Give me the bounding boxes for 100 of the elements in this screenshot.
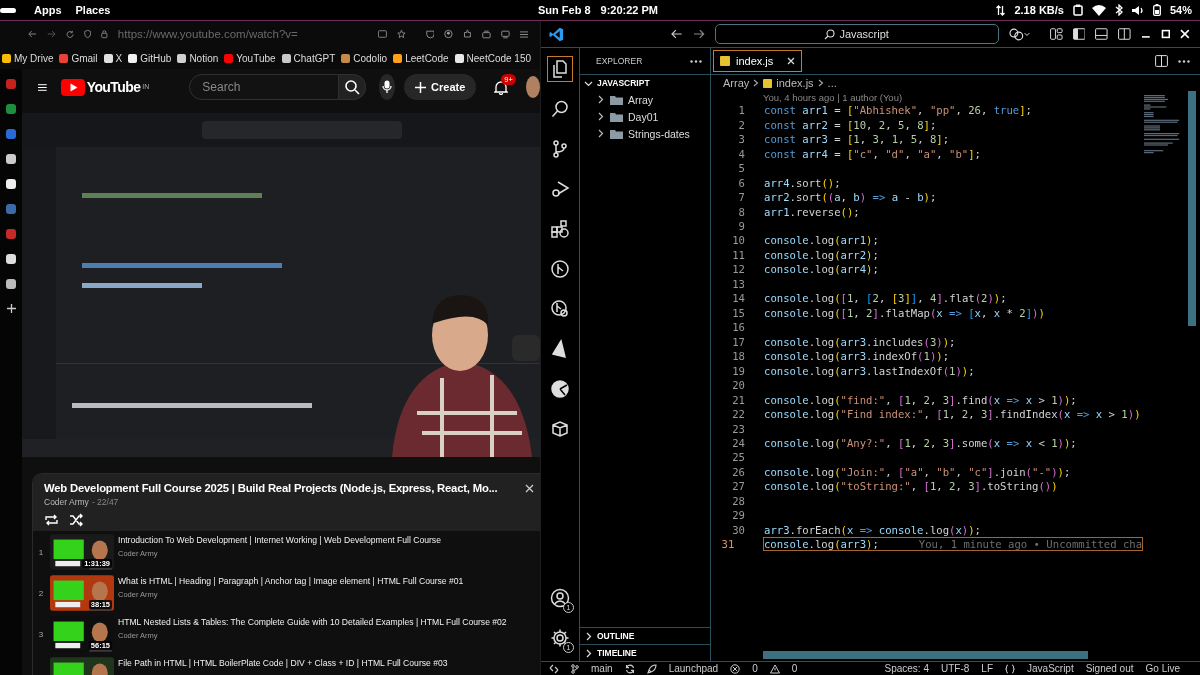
sync-icon[interactable] [624,663,635,674]
more-icon[interactable] [1178,59,1190,63]
line-number: 15 [731,306,745,319]
folder-item[interactable]: Day01 [580,108,710,125]
app-icon[interactable] [6,279,16,289]
channel-name[interactable]: Coder Army [44,497,89,507]
create-button[interactable]: Create [404,74,477,100]
code-line: arr2.sort((a, b) => a - b); [764,191,937,204]
line-number: 19 [731,364,745,377]
search-field[interactable]: Search [189,74,340,100]
video-title: File Path in HTML | HTML BoilerPlate Code | DIV + Class + ID | HTML Full Course #03 [118,658,448,668]
app-icon[interactable] [6,179,16,189]
branch-icon[interactable] [571,663,579,674]
container-icon[interactable] [482,28,491,40]
bookmark-link[interactable]: YouTube [224,52,276,64]
branch-status[interactable]: main [591,663,613,674]
speaker-icon[interactable] [1131,4,1144,16]
lock-icon[interactable] [101,28,108,40]
account-icon[interactable] [444,28,454,40]
bookmark-link[interactable]: GitHub [128,52,172,64]
star-icon[interactable] [396,28,406,40]
breadcrumb-item[interactable]: ... [827,77,837,89]
wifi-icon[interactable] [1091,4,1106,16]
breadcrumb-item[interactable]: index.js [776,77,814,89]
loop-icon[interactable] [44,513,59,527]
breadcrumb-item[interactable]: Array [723,77,750,89]
account-status[interactable]: Signed out [1085,663,1134,674]
app-icon[interactable] [6,254,16,264]
forward-icon[interactable] [692,29,705,39]
command-center[interactable]: Javascript [714,24,999,44]
bookmark-link[interactable]: ChatGPT [281,52,336,64]
eol-status[interactable]: LF [981,663,993,674]
bookmark-link[interactable]: LeetCode [393,52,449,64]
blame-annotation[interactable]: You, 4 hours ago | 1 author (You) [763,91,903,103]
warning-icon[interactable] [769,663,780,674]
bookmark-link[interactable]: Gmail [59,52,98,64]
folder-item[interactable]: Array [580,91,710,108]
error-count[interactable]: 0 [752,663,758,674]
avatar[interactable] [526,76,540,98]
split-editor-icon[interactable] [1155,55,1168,67]
rocket-icon[interactable] [646,663,657,674]
remote-icon[interactable] [549,663,559,674]
folder-item[interactable]: Strings-dates [580,125,710,142]
bookmark-link[interactable]: Notion [177,52,219,64]
sidebar-toggle-icon[interactable] [1072,28,1086,40]
back-icon[interactable] [671,29,683,39]
app-icon[interactable] [6,154,16,164]
address-bar[interactable]: https://www.youtube.com/watch?v= [117,28,368,40]
bookmark-link[interactable]: X [103,52,123,64]
bluetooth-icon[interactable] [1114,4,1123,16]
error-icon[interactable] [730,663,741,674]
logo-text[interactable]: YouTube [86,79,141,95]
settings-icon[interactable] [550,628,570,648]
bookmark-link[interactable]: Codolio [341,52,388,64]
warning-count[interactable]: 0 [791,663,798,674]
section-header[interactable]: TIMELINE [580,645,710,661]
top-menu[interactable]: Apps [34,4,62,16]
close-icon[interactable] [787,57,796,65]
reader-icon[interactable] [377,29,387,39]
layout-icon[interactable] [1050,28,1063,40]
reload-icon[interactable] [65,28,74,40]
launchpad-status[interactable]: Launchpad [668,663,719,674]
bookmark-link[interactable]: My Drive [2,52,54,64]
search-button[interactable] [339,74,366,100]
line-number: 22 [731,408,745,421]
encoding-status[interactable]: UTF-8 [941,663,970,674]
top-menu[interactable]: Places [75,4,111,16]
copilot-icon[interactable] [1008,27,1031,41]
braces-icon[interactable] [1005,663,1015,674]
close-icon[interactable] [525,483,534,493]
scrollbar[interactable] [763,651,1088,659]
play-logo-icon[interactable] [60,78,85,96]
clipboard-icon[interactable] [1072,4,1083,16]
indentation-status[interactable]: Spaces: 4 [884,663,929,674]
shuffle-icon[interactable] [69,513,84,527]
files-icon[interactable] [547,56,573,82]
scrollbar[interactable] [1188,91,1196,326]
bookmark-link[interactable]: NeetCode 150 [454,52,532,64]
workspace-indicator[interactable] [0,7,16,13]
microphone-button[interactable] [378,74,396,100]
section-header[interactable]: OUTLINE [580,628,710,644]
battery-icon[interactable] [1152,4,1161,16]
code-line: console.log(arr3.indexOf(1)); [764,350,950,363]
pocket-icon[interactable] [425,28,435,40]
maximize-icon[interactable] [1160,29,1171,39]
editor-tab[interactable]: index.js [713,50,803,72]
panel-toggle-icon[interactable] [1095,28,1109,40]
live-server-status[interactable]: Go Live [1145,663,1180,674]
add-icon[interactable] [6,304,16,313]
section-header[interactable]: JAVASCRIPT [580,75,710,91]
more-icon[interactable] [690,59,702,63]
search-icon [344,79,360,95]
playlist-item[interactable]: File Path in HTML | HTML BoilerPlate Code | DIV + Class + ID | HTML Full Course #03 [33,655,540,675]
split-icon[interactable] [1118,28,1131,40]
language-status[interactable]: JavaScript [1027,663,1074,674]
code-line: arr3.forEach(x => console.log(x)); [764,523,981,536]
shield-icon[interactable] [83,28,92,40]
vscode-logo-icon[interactable] [549,26,564,42]
monitor-icon[interactable] [501,28,510,40]
menu-icon[interactable] [38,81,47,93]
